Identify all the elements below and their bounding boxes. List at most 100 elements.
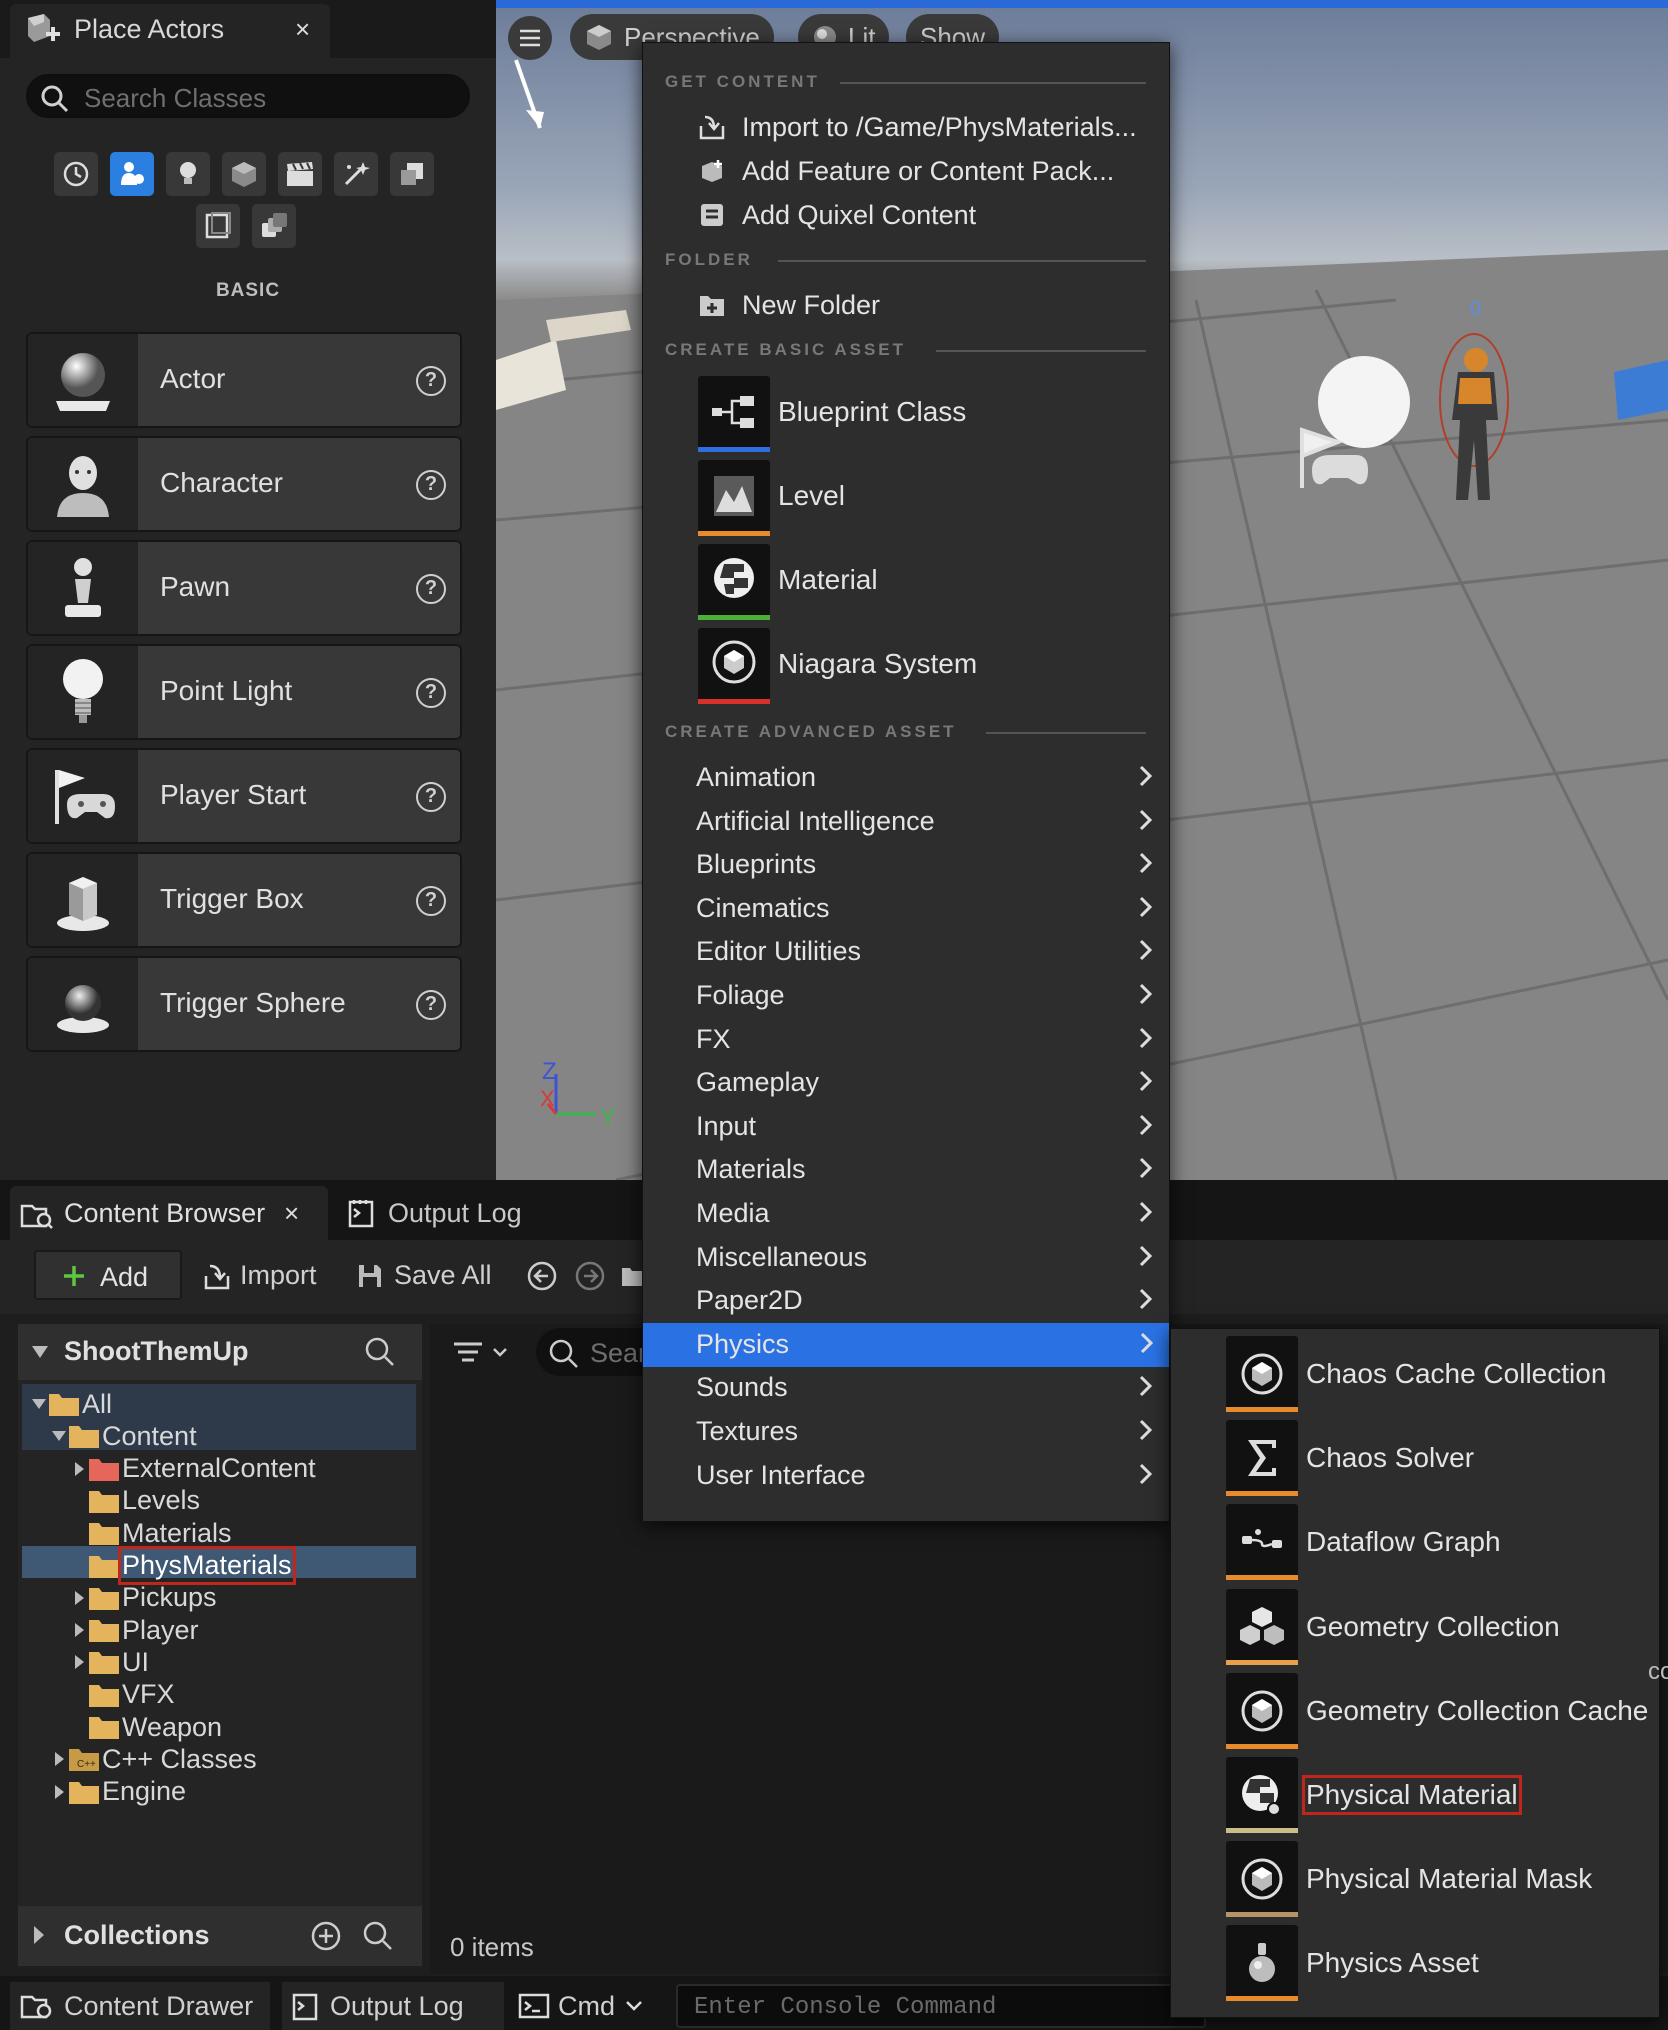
close-icon[interactable]: ×	[284, 1198, 299, 1229]
help-icon[interactable]: ?	[416, 470, 446, 500]
physics-item-physical-material-mask[interactable]: Physical Material Mask	[1226, 1841, 1656, 1921]
cmd-dropdown[interactable]: Cmd	[508, 1982, 660, 2030]
folder-item[interactable]: Materials	[70, 1517, 232, 1549]
menu-item-add-feature[interactable]: Add Feature or Content Pack...	[662, 150, 1162, 192]
actor-row-actor[interactable]: Actor ?	[26, 332, 462, 428]
place-actors-tab[interactable]: Place Actors ×	[10, 4, 330, 58]
content-browser-tab[interactable]: Content Browser ×	[10, 1186, 328, 1240]
lights-icon[interactable]	[166, 152, 210, 196]
actor-row-player-start[interactable]: Player Start ?	[26, 748, 462, 844]
visual-effects-icon[interactable]	[334, 152, 378, 196]
chevron-right-icon	[1139, 1201, 1153, 1223]
folder-item[interactable]: Engine	[50, 1776, 186, 1808]
help-icon[interactable]: ?	[416, 782, 446, 812]
basic-shapes-icon[interactable]	[110, 152, 154, 196]
folder-item[interactable]: UI	[70, 1646, 149, 1678]
help-icon[interactable]: ?	[416, 678, 446, 708]
menu-item-foliage[interactable]: Foliage	[696, 974, 1168, 1018]
console-command-input[interactable]: Enter Console Command	[676, 1984, 1206, 2028]
physics-item-chaos-cache-collection[interactable]: Chaos Cache Collection	[1226, 1336, 1656, 1416]
import-button[interactable]: Import	[200, 1252, 330, 1298]
physics-item-physical-material[interactable]: Physical Material	[1226, 1757, 1656, 1837]
asset-color-bar	[1226, 1491, 1298, 1497]
folder-item[interactable]: Content	[50, 1420, 197, 1452]
menu-item-import[interactable]: Import to /Game/PhysMaterials...	[662, 106, 1162, 148]
physics-item-dataflow-graph[interactable]: Dataflow Graph	[1226, 1504, 1656, 1584]
physics-item-geometry-collection-cache[interactable]: Geometry Collection Cache	[1226, 1672, 1656, 1753]
back-arrow-icon[interactable]	[526, 1260, 558, 1292]
folder-item[interactable]: PhysMaterials	[70, 1546, 296, 1585]
actor-row-point-light[interactable]: Point Light ?	[26, 644, 462, 740]
menu-item-material[interactable]: Material	[698, 544, 1158, 622]
folder-item[interactable]: ExternalContent	[70, 1453, 316, 1485]
folder-item[interactable]: Player	[70, 1614, 199, 1646]
folder-item[interactable]: Levels	[70, 1485, 200, 1517]
actor-row-trigger-box[interactable]: Trigger Box ?	[26, 852, 462, 948]
menu-item-label: FX	[696, 1023, 731, 1054]
collections-header[interactable]: Collections	[18, 1906, 422, 1966]
menu-item-artificial-intelligence[interactable]: Artificial Intelligence	[696, 800, 1168, 844]
recent-icon[interactable]	[54, 152, 98, 196]
search-classes-input[interactable]: Search Classes	[26, 74, 470, 118]
physics-item-chaos-solver[interactable]: Chaos Solver	[1226, 1420, 1656, 1500]
sources-header[interactable]: ShootThemUp	[18, 1324, 422, 1380]
geometry-icon[interactable]	[390, 152, 434, 196]
menu-item-input[interactable]: Input	[696, 1105, 1168, 1149]
search-icon[interactable]	[362, 1920, 394, 1952]
help-icon[interactable]: ?	[416, 574, 446, 604]
menu-item-physics[interactable]: Physics	[643, 1322, 1169, 1367]
menu-item-blueprint-class[interactable]: Blueprint Class	[698, 376, 1158, 454]
menu-item-cinematics[interactable]: Cinematics	[696, 887, 1168, 931]
output-log-tab[interactable]: Output Log	[344, 1188, 594, 1238]
viewport-options-button[interactable]	[508, 16, 552, 60]
folder-item[interactable]: C++ C++ Classes	[50, 1743, 257, 1775]
actor-row-trigger-sphere[interactable]: Trigger Sphere ?	[26, 956, 462, 1052]
folder-path-icon[interactable]	[620, 1262, 644, 1290]
menu-item-textures[interactable]: Textures	[696, 1410, 1168, 1454]
filter-button[interactable]	[450, 1332, 516, 1372]
help-icon[interactable]: ?	[416, 366, 446, 396]
search-icon[interactable]	[364, 1336, 396, 1368]
chevron-right-icon	[1139, 1158, 1153, 1179]
folder-icon	[89, 1684, 119, 1707]
shapes-icon[interactable]	[222, 152, 266, 196]
save-all-button[interactable]: Save All	[354, 1252, 504, 1298]
menu-item-fx[interactable]: FX	[696, 1018, 1168, 1062]
menu-item-new-folder[interactable]: New Folder	[662, 284, 1162, 326]
close-icon[interactable]: ×	[295, 14, 310, 45]
actor-row-pawn[interactable]: Pawn ?	[26, 540, 462, 636]
menu-item-materials[interactable]: Materials	[696, 1148, 1168, 1192]
help-icon[interactable]: ?	[416, 886, 446, 916]
menu-item-niagara-system[interactable]: Niagara System	[698, 628, 1158, 706]
folder-item[interactable]: VFX	[70, 1679, 175, 1711]
asset-search-input[interactable]: Sear	[536, 1328, 656, 1376]
folder-item[interactable]: Weapon	[70, 1711, 222, 1743]
menu-item-level[interactable]: Level	[698, 460, 1158, 538]
help-icon[interactable]: ?	[416, 990, 446, 1020]
volumes-icon[interactable]	[196, 204, 240, 248]
folder-item[interactable]: All	[30, 1388, 112, 1420]
all-classes-icon[interactable]	[252, 204, 296, 248]
folder-label: PhysMaterials	[118, 1546, 296, 1585]
menu-item-editor-utilities[interactable]: Editor Utilities	[696, 930, 1168, 974]
actor-row-character[interactable]: Character ?	[26, 436, 462, 532]
menu-item-gameplay[interactable]: Gameplay	[696, 1061, 1168, 1105]
menu-item-blueprints[interactable]: Blueprints	[696, 843, 1168, 887]
menu-item-quixel[interactable]: Add Quixel Content	[662, 194, 1162, 236]
output-log-button[interactable]: Output Log	[282, 1982, 504, 2030]
menu-item-user-interface[interactable]: User Interface	[696, 1454, 1168, 1498]
add-collection-icon[interactable]	[310, 1920, 342, 1952]
add-button[interactable]: Add	[34, 1250, 182, 1300]
content-browser-title: Content Browser	[64, 1198, 266, 1228]
cinematic-icon[interactable]	[278, 152, 322, 196]
forward-arrow-icon[interactable]	[574, 1260, 606, 1292]
menu-item-miscellaneous[interactable]: Miscellaneous	[696, 1236, 1168, 1280]
physics-item-geometry-collection[interactable]: Geometry Collection	[1226, 1588, 1656, 1669]
menu-item-paper2d[interactable]: Paper2D	[696, 1279, 1168, 1323]
menu-item-media[interactable]: Media	[696, 1192, 1168, 1236]
content-drawer-button[interactable]: Content Drawer	[10, 1982, 270, 2030]
menu-item-animation[interactable]: Animation	[696, 756, 1168, 800]
folder-item[interactable]: Pickups	[70, 1582, 217, 1614]
physics-item-physics-asset[interactable]: Physics Asset	[1226, 1925, 1656, 2005]
menu-item-sounds[interactable]: Sounds	[696, 1366, 1168, 1410]
